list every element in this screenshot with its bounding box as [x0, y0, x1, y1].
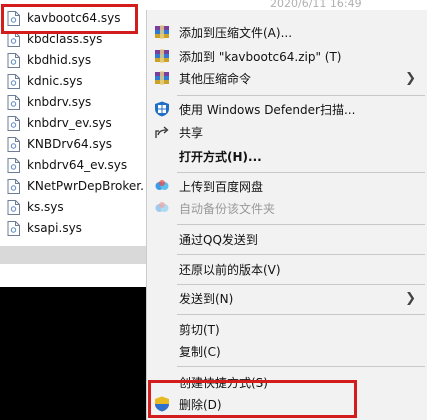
chevron-right-icon: ❯	[405, 290, 416, 306]
menu-separator	[177, 95, 425, 96]
file-row-knbdrv64[interactable]: KNBDrv64.sys	[0, 134, 150, 154]
menu-item-send-to[interactable]: 发送到(N) ❯	[147, 287, 427, 309]
sys-file-icon	[7, 157, 20, 173]
menu-label: 使用 Windows Defender扫描...	[179, 102, 356, 117]
file-name: kbdhid.sys	[27, 53, 92, 67]
file-row-knbdrv-ev[interactable]: knbdrv_ev.sys	[0, 113, 150, 133]
menu-separator	[177, 254, 425, 255]
file-name: knbdrv64_ev.sys	[27, 158, 128, 172]
selected-file-highlight	[1, 4, 138, 34]
file-row-knbdrv64-ev[interactable]: knbdrv64_ev.sys	[0, 155, 150, 175]
sys-file-icon	[7, 73, 20, 89]
sys-file-icon	[7, 136, 20, 152]
menu-label: 通过QQ发送到	[179, 232, 258, 247]
menu-item-copy[interactable]: 复制(C)	[147, 340, 427, 362]
windows-defender-icon	[154, 101, 170, 117]
menu-label: 其他压缩命令	[179, 71, 252, 86]
file-name: knbdrv_ev.sys	[27, 116, 112, 130]
menu-item-restore[interactable]: 还原以前的版本(V)	[147, 258, 427, 280]
chevron-right-icon: ❯	[405, 70, 416, 86]
file-name: ks.sys	[27, 200, 64, 214]
sys-file-icon	[7, 115, 20, 131]
sys-file-icon	[7, 199, 20, 215]
menu-item-defender[interactable]: 使用 Windows Defender扫描...	[147, 98, 427, 120]
menu-label: 发送到(N)	[179, 291, 234, 306]
baidu-netdisk-icon	[154, 178, 170, 194]
menu-item-send-qq[interactable]: 通过QQ发送到	[147, 228, 427, 250]
menu-label: 上传到百度网盘	[179, 179, 264, 194]
context-menu: 添加到压缩文件(A)... 添加到 "kavbootc64.zip" (T) 其…	[146, 10, 427, 420]
menu-item-open-with[interactable]: 打开方式(H)...	[147, 145, 427, 167]
menu-separator	[177, 284, 425, 285]
menu-item-other-compress[interactable]: 其他压缩命令 ❯	[147, 67, 427, 89]
menu-item-add-archive[interactable]: 添加到压缩文件(A)...	[147, 21, 427, 43]
menu-separator	[177, 172, 425, 173]
winrar-icon	[154, 24, 170, 40]
winrar-icon	[154, 70, 170, 86]
winrar-icon	[154, 48, 170, 64]
menu-item-auto-backup[interactable]: 自动备份该文件夹	[147, 197, 427, 219]
sys-file-icon	[7, 220, 20, 236]
baidu-netdisk-icon	[154, 200, 170, 216]
file-row-kdnic[interactable]: kdnic.sys	[0, 71, 150, 91]
menu-item-upload-baidu[interactable]: 上传到百度网盘	[147, 175, 427, 197]
delete-highlight	[148, 380, 357, 418]
file-row-knetpwrdepbroker[interactable]: KNetPwrDepBroker.	[0, 176, 150, 196]
menu-label: 打开方式(H)...	[179, 149, 262, 164]
console-window	[0, 287, 150, 420]
file-row-knbdrv[interactable]: knbdrv.sys	[0, 92, 150, 112]
menu-separator	[177, 366, 425, 367]
column-fragment: 2020/6/11 16:49	[270, 0, 362, 8]
file-row-ksapi[interactable]: ksapi.sys	[0, 218, 150, 238]
share-icon	[154, 124, 170, 140]
file-list: kavbootc64.sys kbdclass.sys kbdhid.sys k…	[0, 0, 150, 262]
file-name: kbdclass.sys	[27, 32, 103, 46]
menu-label: 添加到 "kavbootc64.zip" (T)	[179, 49, 342, 64]
menu-item-add-zip[interactable]: 添加到 "kavbootc64.zip" (T)	[147, 45, 427, 67]
menu-separator	[177, 314, 425, 315]
menu-label: 复制(C)	[179, 344, 221, 359]
menu-label: 还原以前的版本(V)	[179, 262, 281, 277]
menu-label: 自动备份该文件夹	[179, 201, 276, 216]
menu-item-share[interactable]: 共享	[147, 121, 427, 143]
sys-file-icon	[7, 52, 20, 68]
file-name: ksapi.sys	[27, 221, 82, 235]
file-row-kbdhid[interactable]: kbdhid.sys	[0, 50, 150, 70]
sys-file-icon	[7, 178, 20, 194]
file-name: kdnic.sys	[27, 74, 83, 88]
menu-label: 共享	[179, 125, 204, 140]
file-name: knbdrv.sys	[27, 95, 92, 109]
file-name: KNetPwrDepBroker.	[27, 179, 144, 193]
menu-label: 剪切(T)	[179, 322, 220, 337]
file-row-ks[interactable]: ks.sys	[0, 197, 150, 217]
horizontal-scrollbar[interactable]	[0, 246, 150, 264]
menu-separator	[177, 224, 425, 225]
menu-label: 添加到压缩文件(A)...	[179, 25, 293, 40]
menu-item-cut[interactable]: 剪切(T)	[147, 318, 427, 340]
file-name: KNBDrv64.sys	[27, 137, 113, 151]
sys-file-icon	[7, 94, 20, 110]
